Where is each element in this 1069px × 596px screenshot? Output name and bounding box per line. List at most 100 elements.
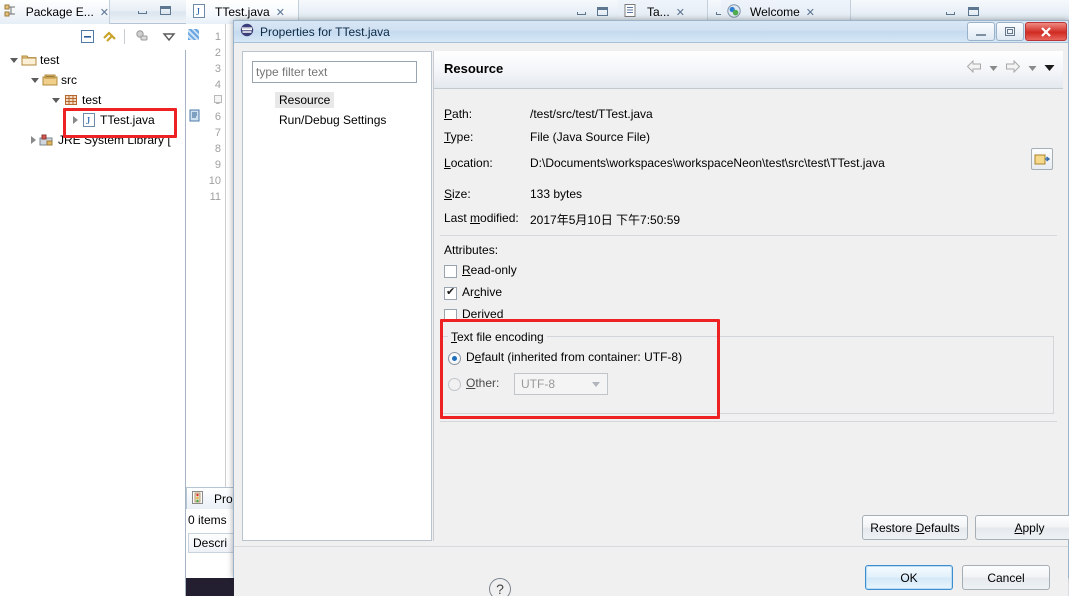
close-icon[interactable]: ✕ bbox=[276, 6, 285, 19]
filter-text-wrapper[interactable] bbox=[252, 61, 417, 83]
field-value-last-modified: 2017年5月10日 下午7:50:59 bbox=[530, 213, 681, 227]
link-with-editor-icon[interactable] bbox=[101, 28, 119, 46]
project-icon bbox=[21, 52, 37, 68]
field-label-size: Size: bbox=[444, 187, 471, 201]
minimize-icon[interactable] bbox=[967, 22, 995, 41]
dialog-body: Resource Run/Debug Settings Resource bbox=[234, 43, 1069, 596]
line-number: 9 bbox=[214, 159, 221, 171]
editor-maximize-icon[interactable] bbox=[597, 7, 609, 18]
package-icon bbox=[63, 92, 79, 108]
line-number: 7 bbox=[214, 127, 221, 139]
chevron-down-icon[interactable] bbox=[592, 381, 600, 387]
text-file-encoding-group-title: Text file encoding bbox=[448, 330, 547, 344]
tree-item-src[interactable]: src bbox=[0, 70, 186, 90]
editor-line-number-ruler: 1 2 3 4 5 6 7 8 9 10 11 bbox=[186, 24, 226, 494]
view-menu-filter-icon[interactable] bbox=[133, 28, 151, 46]
page-header: Resource bbox=[434, 51, 1063, 89]
problems-icon bbox=[191, 490, 207, 507]
back-dropdown-icon[interactable] bbox=[989, 61, 998, 75]
radio-label-other-encoding: Other: bbox=[466, 376, 500, 390]
cancel-button[interactable]: Cancel bbox=[962, 565, 1050, 590]
tree-item-label: JRE System Library [ bbox=[58, 133, 171, 147]
tree-item-ttest-java[interactable]: J TTest.java bbox=[0, 110, 186, 130]
welcome-icon bbox=[727, 4, 743, 20]
page-menu-icon[interactable] bbox=[1044, 61, 1055, 75]
encoding-combo[interactable]: UTF-8 bbox=[514, 373, 608, 395]
editor-tab-label: TTest.java bbox=[215, 5, 270, 19]
radio-other-encoding[interactable] bbox=[448, 378, 461, 391]
tree-item-label: src bbox=[61, 73, 77, 87]
checkbox-derived[interactable] bbox=[444, 309, 457, 322]
chevron-down-icon[interactable] bbox=[52, 97, 60, 103]
collapse-folding-icon[interactable] bbox=[214, 95, 222, 103]
checkbox-read-only[interactable] bbox=[444, 265, 457, 278]
collapse-all-icon[interactable] bbox=[79, 28, 97, 46]
field-value-location: D:\Documents\workspaces\workspaceNeon\te… bbox=[530, 156, 885, 170]
editor-minimize-icon[interactable] bbox=[577, 7, 589, 18]
package-explorer-tab-label: Package E... bbox=[25, 5, 94, 19]
package-explorer-tab[interactable]: Package E... ✕ bbox=[0, 0, 110, 24]
task-list-icon bbox=[624, 4, 640, 20]
chevron-down-icon[interactable] bbox=[10, 57, 18, 63]
package-explorer-toolbar bbox=[0, 24, 186, 50]
chevron-down-icon[interactable] bbox=[31, 77, 39, 83]
tree-item-label: test bbox=[82, 93, 102, 107]
dialog-window-buttons bbox=[967, 22, 1067, 41]
close-icon[interactable]: ✕ bbox=[806, 6, 815, 19]
chevron-right-icon[interactable] bbox=[73, 116, 78, 124]
dialog-title-bar[interactable]: Properties for TTest.java bbox=[234, 21, 1068, 43]
problems-tab-label: Pro bbox=[214, 491, 233, 506]
restore-defaults-button[interactable]: Restore Defaults bbox=[862, 515, 968, 540]
forward-dropdown-icon[interactable] bbox=[1028, 61, 1037, 75]
encoding-combo-value: UTF-8 bbox=[521, 377, 555, 391]
folding-marker-icon[interactable] bbox=[188, 29, 199, 40]
close-icon[interactable]: ✕ bbox=[676, 6, 685, 19]
back-arrow-icon[interactable] bbox=[966, 59, 982, 76]
svg-text:J: J bbox=[86, 115, 91, 127]
field-label-path-rest: ath: bbox=[452, 107, 473, 121]
view-menu-icon[interactable] bbox=[161, 28, 179, 46]
line-number: 1 bbox=[214, 31, 221, 43]
tree-item-package-test[interactable]: test bbox=[0, 90, 186, 110]
radio-default-encoding[interactable] bbox=[448, 352, 461, 365]
package-explorer-minimize-icon[interactable] bbox=[138, 6, 150, 17]
editor-tab-label: Welcome bbox=[750, 5, 800, 19]
dialog-page-tree-panel: Resource Run/Debug Settings bbox=[242, 51, 432, 541]
checkbox-archive[interactable] bbox=[444, 285, 457, 300]
toolbar-separator bbox=[124, 29, 125, 44]
breakpoint-overlay-icon[interactable] bbox=[188, 109, 201, 125]
forward-arrow-icon[interactable] bbox=[1005, 59, 1021, 76]
tree-item-jre-system-library[interactable]: JRE System Library [ bbox=[0, 130, 186, 150]
line-number: 2 bbox=[214, 47, 221, 59]
apply-button[interactable]: Apply bbox=[975, 515, 1069, 540]
filter-input[interactable] bbox=[253, 62, 416, 82]
ok-button[interactable]: OK bbox=[865, 565, 953, 590]
library-icon bbox=[39, 132, 55, 148]
dialog-page-item-run-debug-settings[interactable]: Run/Debug Settings bbox=[275, 112, 390, 128]
welcome-maximize-icon[interactable] bbox=[968, 7, 980, 18]
close-icon[interactable]: ✕ bbox=[100, 6, 109, 19]
checkbox-label-archive: Archive bbox=[462, 285, 503, 299]
field-value-path: /test/src/test/TTest.java bbox=[530, 107, 653, 121]
maximize-icon[interactable] bbox=[996, 22, 1024, 41]
restore-defaults-label: Restore Defaults bbox=[870, 520, 960, 535]
apply-label: Apply bbox=[1014, 520, 1045, 535]
screen: J TTest.java ✕ Ta... ✕ Welcome ✕ 1 2 3 4… bbox=[0, 0, 1069, 596]
tree-item-test-project[interactable]: test bbox=[0, 50, 186, 70]
line-number: 4 bbox=[214, 79, 221, 91]
welcome-minimize-icon[interactable] bbox=[946, 7, 958, 18]
resolve-location-icon[interactable] bbox=[1031, 148, 1053, 170]
close-icon[interactable] bbox=[1025, 22, 1067, 41]
help-icon[interactable]: ? bbox=[489, 578, 511, 596]
problems-count: 0 items bbox=[188, 513, 227, 527]
page-nav-buttons bbox=[966, 59, 1055, 76]
java-file-icon: J bbox=[192, 4, 208, 20]
checkbox-label-derived: Derived bbox=[462, 307, 504, 321]
chevron-right-icon[interactable] bbox=[31, 136, 36, 144]
checkbox-label-read-only: Read-only bbox=[462, 263, 517, 277]
package-explorer-view: Package E... ✕ test src test J TTest.jav… bbox=[0, 0, 186, 596]
dialog-page-item-resource[interactable]: Resource bbox=[275, 92, 335, 108]
package-explorer-maximize-icon[interactable] bbox=[160, 6, 172, 17]
field-label-last-modified: Last modified: bbox=[444, 211, 519, 225]
section-divider-bottom bbox=[440, 421, 1057, 422]
